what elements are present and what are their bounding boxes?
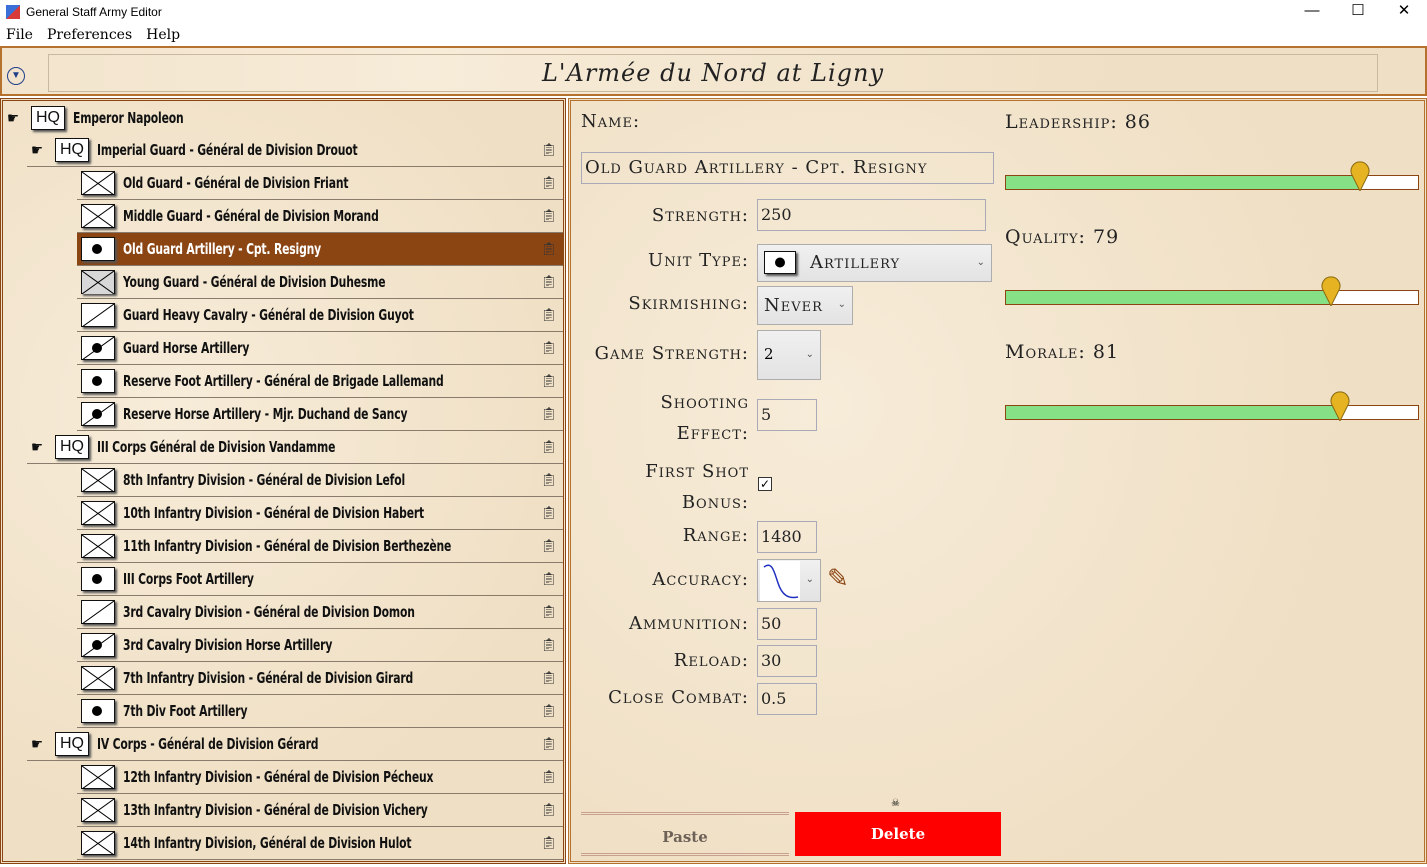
slider-thumb-icon[interactable] (1350, 157, 1370, 191)
skirmishing-label: Skirmishing: (563, 293, 749, 314)
skirmishing-value: Never (764, 295, 823, 316)
name-input[interactable]: Old Guard Artillery - Cpt. Resigny (581, 152, 994, 184)
game-strength-label: Game Strength: (563, 343, 749, 364)
skull-icon: ☠ (891, 798, 900, 809)
unit-type-label: Unit Type: (563, 250, 749, 271)
rating-slider[interactable] (1005, 290, 1419, 305)
name-label: Name: (581, 111, 640, 132)
rating-label: Leadership: 86 (1005, 111, 1151, 133)
range-input[interactable]: 1480 (757, 521, 817, 553)
delete-button[interactable]: Delete (795, 812, 1001, 856)
ammunition-input[interactable]: 50 (757, 608, 817, 640)
chevron-down-icon: ⌄ (806, 349, 814, 360)
range-label: Range: (563, 525, 749, 546)
unit-type-value: Artillery (810, 252, 900, 273)
slider-thumb-icon[interactable] (1330, 387, 1350, 421)
unit-detail-panel: Name: Old Guard Artillery - Cpt. Resigny… (568, 98, 1427, 864)
reload-input[interactable]: 30 (757, 645, 817, 677)
rating-label: Morale: 81 (1005, 341, 1119, 363)
close-combat-input[interactable]: 0.5 (757, 683, 817, 715)
unit-type-select[interactable]: Artillery ⌄ (757, 244, 992, 282)
chevron-down-icon: ⌄ (838, 299, 846, 310)
slider-fill (1006, 406, 1340, 419)
ammunition-label: Ammunition: (563, 613, 749, 634)
game-strength-select[interactable]: 2 ⌄ (757, 330, 821, 380)
strength-label: Strength: (563, 205, 749, 226)
chevron-down-icon: ⌄ (977, 257, 985, 268)
artillery-symbol-icon (764, 251, 796, 274)
rating-slider[interactable] (1005, 405, 1419, 420)
slider-fill (1006, 176, 1360, 189)
skirmishing-select[interactable]: Never ⌄ (757, 286, 853, 325)
slider-thumb-icon[interactable] (1321, 272, 1341, 306)
slider-fill (1006, 291, 1331, 304)
rating-slider[interactable] (1005, 175, 1419, 190)
shooting-effect-input[interactable]: 5 (757, 399, 817, 431)
first-shot-bonus-label: First ShotBonus: (563, 456, 749, 518)
accuracy-curve-select[interactable]: ⌄ (757, 559, 821, 602)
game-strength-value: 2 (764, 345, 774, 363)
accuracy-curve-icon (760, 561, 800, 601)
shooting-effect-label: ShootingEffect: (563, 387, 749, 449)
reload-label: Reload: (563, 650, 749, 671)
paste-button[interactable]: Paste (581, 812, 789, 856)
close-combat-label: Close Combat: (563, 687, 749, 708)
edit-pencil-icon[interactable]: ✎ (827, 563, 849, 594)
chevron-down-icon: ⌄ (806, 574, 814, 585)
strength-input[interactable]: 250 (757, 199, 986, 231)
rating-label: Quality: 79 (1005, 226, 1119, 248)
accuracy-label: Accuracy: (563, 569, 749, 590)
first-shot-bonus-checkbox[interactable]: ✓ (758, 477, 772, 491)
